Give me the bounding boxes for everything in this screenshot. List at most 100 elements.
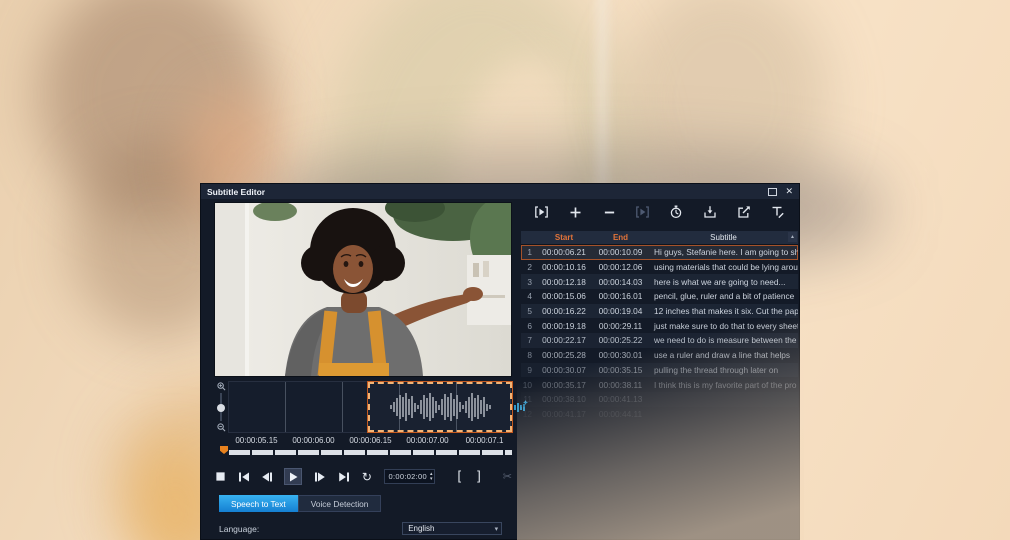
close-icon[interactable]: ✕ bbox=[785, 187, 793, 196]
end-column-header[interactable]: End bbox=[592, 233, 649, 242]
waveform-bar bbox=[393, 402, 395, 412]
row-start-time[interactable]: 00:00:41.17 bbox=[536, 409, 592, 419]
row-subtitle-text[interactable]: 12 inches that makes it six. Cut the pap… bbox=[649, 306, 798, 316]
row-end-time[interactable]: 00:00:16.01 bbox=[592, 291, 649, 301]
row-start-time[interactable]: 00:00:22.17 bbox=[536, 335, 592, 345]
row-end-time[interactable]: 00:00:25.22 bbox=[592, 335, 649, 345]
subtitle-row[interactable]: 11 00:00:38.10 00:00:41.13 bbox=[521, 392, 798, 407]
subtitle-row[interactable]: 12 00:00:41.17 00:00:44.11 bbox=[521, 407, 798, 422]
subtitle-row[interactable]: 4 00:00:15.06 00:00:16.01 pencil, glue, … bbox=[521, 289, 798, 304]
stop-button[interactable] bbox=[214, 469, 227, 484]
row-subtitle-text[interactable]: here is what we are going to need... bbox=[649, 277, 798, 287]
row-number: 8 bbox=[521, 350, 536, 360]
row-subtitle-text[interactable]: I think this is my favorite part of the … bbox=[649, 380, 798, 390]
row-start-time[interactable]: 00:00:38.10 bbox=[536, 394, 592, 404]
dialog-title: Subtitle Editor bbox=[207, 187, 768, 197]
waveform-bar bbox=[474, 398, 476, 417]
subtitle-row[interactable]: 1 00:00:06.21 00:00:10.09 Hi guys, Stefa… bbox=[521, 245, 798, 260]
row-end-time[interactable]: 00:00:12.06 bbox=[592, 262, 649, 272]
timeline-timestamp: 00:00:06.00 bbox=[285, 436, 342, 445]
row-start-time[interactable]: 00:00:30.07 bbox=[536, 365, 592, 375]
waveform-bar bbox=[396, 398, 398, 416]
row-start-time[interactable]: 00:00:06.21 bbox=[536, 247, 592, 257]
subtitle-row[interactable]: 8 00:00:25.28 00:00:30.01 use a ruler an… bbox=[521, 348, 798, 363]
subtitle-row[interactable]: 6 00:00:19.18 00:00:29.11 just make sure… bbox=[521, 318, 798, 333]
play-button[interactable] bbox=[284, 468, 302, 485]
zoom-slider-knob[interactable] bbox=[217, 404, 225, 412]
language-select[interactable]: English ▾ bbox=[402, 522, 502, 535]
maximize-icon[interactable] bbox=[768, 188, 777, 196]
waveform-bar bbox=[441, 399, 443, 415]
row-end-time[interactable]: 00:00:30.01 bbox=[592, 350, 649, 360]
row-start-time[interactable]: 00:00:16.22 bbox=[536, 306, 592, 316]
play-selected-icon[interactable] bbox=[534, 204, 550, 220]
add-subtitle-icon[interactable] bbox=[567, 204, 583, 220]
waveform-bar bbox=[435, 401, 437, 413]
row-start-time[interactable]: 00:00:35.17 bbox=[536, 380, 592, 390]
time-shift-icon[interactable] bbox=[668, 204, 684, 220]
row-subtitle-text[interactable]: just make sure to do that to every sheet bbox=[649, 321, 798, 331]
start-column-header[interactable]: Start bbox=[536, 233, 592, 242]
grid-line bbox=[342, 382, 343, 432]
tab-voice-detection[interactable]: Voice Detection bbox=[298, 495, 382, 512]
subtitle-row[interactable]: 7 00:00:22.17 00:00:25.22 we need to do … bbox=[521, 333, 798, 348]
row-subtitle-text[interactable]: using materials that could be lying arou… bbox=[649, 262, 798, 272]
row-start-time[interactable]: 00:00:12.18 bbox=[536, 277, 592, 287]
row-subtitle-text[interactable]: Hi guys, Stefanie here. I am going to sh… bbox=[649, 247, 798, 257]
waveform-timeline[interactable] bbox=[228, 381, 511, 433]
row-end-time[interactable]: 00:00:29.11 bbox=[592, 321, 649, 331]
row-end-time[interactable]: 00:00:19.04 bbox=[592, 306, 649, 316]
subtitle-row[interactable]: 5 00:00:16.22 00:00:19.04 12 inches that… bbox=[521, 304, 798, 319]
import-subtitle-icon[interactable] bbox=[702, 204, 718, 220]
split-scissors-icon[interactable]: ✂ bbox=[503, 470, 512, 483]
row-end-time[interactable]: 00:00:41.13 bbox=[592, 394, 649, 404]
row-subtitle-text[interactable]: use a ruler and draw a line that helps bbox=[649, 350, 798, 360]
scroll-up-icon[interactable]: ▲ bbox=[788, 232, 797, 242]
row-start-time[interactable]: 00:00:25.28 bbox=[536, 350, 592, 360]
waveform-zoom-slider[interactable] bbox=[220, 393, 222, 421]
waveform-bar bbox=[414, 403, 416, 412]
row-start-time[interactable]: 00:00:15.06 bbox=[536, 291, 592, 301]
loop-playback-icon[interactable]: ↻ bbox=[360, 469, 373, 484]
row-number: 1 bbox=[521, 247, 536, 257]
tab-speech-to-text[interactable]: Speech to Text bbox=[219, 495, 298, 512]
duration-stepper[interactable]: ▴▾ bbox=[430, 472, 433, 481]
subtitle-style-icon[interactable] bbox=[769, 204, 785, 220]
row-subtitle-text[interactable]: we need to do is measure between the bbox=[649, 335, 798, 345]
row-subtitle-text[interactable]: pencil, glue, ruler and a bit of patienc… bbox=[649, 291, 798, 301]
subtitle-row[interactable]: 10 00:00:35.17 00:00:38.11 I think this … bbox=[521, 377, 798, 392]
subtitle-row[interactable]: 9 00:00:30.07 00:00:35.15 pulling the th… bbox=[521, 363, 798, 378]
row-start-time[interactable]: 00:00:19.18 bbox=[536, 321, 592, 331]
export-subtitle-icon[interactable] bbox=[736, 204, 752, 220]
remove-subtitle-icon[interactable] bbox=[601, 204, 617, 220]
zoom-out-icon[interactable] bbox=[217, 423, 226, 432]
row-start-time[interactable]: 00:00:10.16 bbox=[536, 262, 592, 272]
next-frame-button[interactable] bbox=[314, 469, 327, 484]
subtitle-column-header[interactable]: Subtitle bbox=[649, 233, 798, 242]
row-end-time[interactable]: 00:00:38.11 bbox=[592, 380, 649, 390]
row-end-time[interactable]: 00:00:44.11 bbox=[592, 409, 649, 419]
duration-field[interactable]: 0:00:02:00 ▴▾ bbox=[384, 469, 436, 484]
row-end-time[interactable]: 00:00:35.15 bbox=[592, 365, 649, 375]
mark-out-button[interactable]: ] bbox=[477, 468, 481, 483]
waveform-bar bbox=[447, 397, 449, 417]
row-end-time[interactable]: 00:00:10.09 bbox=[592, 247, 649, 257]
waveform-panel bbox=[214, 381, 512, 433]
waveform-bar bbox=[432, 397, 434, 418]
zoom-in-icon[interactable] bbox=[217, 382, 226, 391]
merge-subtitle-icon[interactable] bbox=[635, 204, 651, 220]
seek-bar[interactable] bbox=[229, 450, 512, 455]
previous-frame-button[interactable] bbox=[261, 469, 274, 484]
row-subtitle-text[interactable]: pulling the thread through later on bbox=[649, 365, 798, 375]
video-preview bbox=[214, 202, 512, 377]
dialog-titlebar[interactable]: Subtitle Editor ✕ bbox=[201, 184, 799, 199]
row-end-time[interactable]: 00:00:14.03 bbox=[592, 277, 649, 287]
playhead-marker[interactable] bbox=[220, 446, 228, 454]
subtitle-row[interactable]: 3 00:00:12.18 00:00:14.03 here is what w… bbox=[521, 274, 798, 289]
go-to-start-button[interactable] bbox=[237, 469, 250, 484]
selected-audio-segment[interactable] bbox=[368, 382, 512, 432]
subtitle-row[interactable]: 2 00:00:10.16 00:00:12.06 using material… bbox=[521, 260, 798, 275]
mark-in-button[interactable]: [ bbox=[457, 468, 461, 483]
language-label: Language: bbox=[219, 524, 259, 534]
go-to-end-button[interactable] bbox=[337, 469, 350, 484]
